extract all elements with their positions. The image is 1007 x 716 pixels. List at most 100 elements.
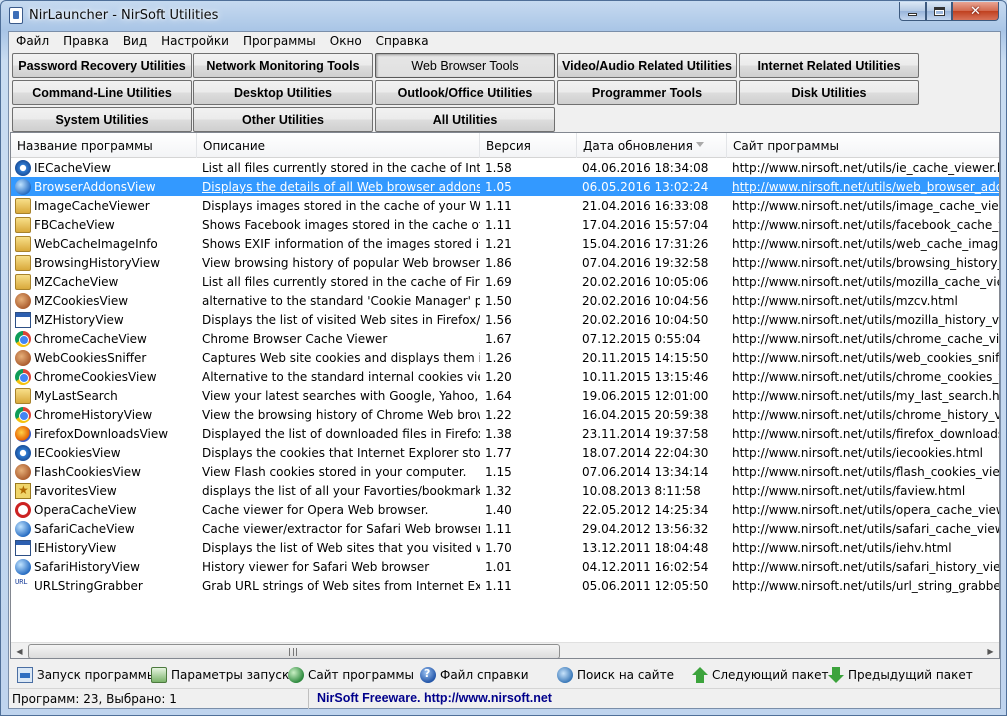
cell-version[interactable]: 1.64 <box>480 389 577 403</box>
menu-edit[interactable]: Правка <box>56 32 116 51</box>
cell-website[interactable]: http://www.nirsoft.net/utils/my_last_sea… <box>727 389 999 403</box>
cell-website[interactable]: http://www.nirsoft.net/utils/iehv.html <box>727 541 999 555</box>
cell-website[interactable]: http://www.nirsoft.net/utils/web_cookies… <box>727 351 999 365</box>
cell-version[interactable]: 1.86 <box>480 256 577 270</box>
table-row[interactable]: FirefoxDownloadsView Displayed the list o… <box>11 424 999 443</box>
table-row[interactable]: FavoritesView displays the list of all yo… <box>11 481 999 500</box>
cell-version[interactable]: 1.21 <box>480 237 577 251</box>
cell-update-date[interactable]: 07.04.2016 19:32:58 <box>577 256 727 270</box>
cell-description[interactable]: View Flash cookies stored in your comput… <box>197 465 480 479</box>
cell-program-name[interactable]: URL URLStringGrabber <box>11 578 197 594</box>
cell-program-name[interactable]: MZCookiesView <box>11 292 197 309</box>
cell-update-date[interactable]: 10.11.2015 13:15:46 <box>577 370 727 384</box>
table-row[interactable]: FlashCookiesView View Flash cookies store… <box>11 462 999 481</box>
cell-description[interactable]: Captures Web site cookies and displays t… <box>197 351 480 365</box>
column-header-website[interactable]: Сайт программы <box>727 133 999 158</box>
cell-description[interactable]: View your latest searches with Google, Y… <box>197 389 480 403</box>
category-disk-button[interactable]: Disk Utilities <box>739 80 919 105</box>
previous-package-button[interactable]: Предыдущий пакет <box>822 664 979 686</box>
category-outlook-office-button[interactable]: Outlook/Office Utilities <box>375 80 555 105</box>
cell-website[interactable]: http://www.nirsoft.net/utils/firefox_dow… <box>727 427 999 441</box>
next-package-button[interactable]: Следующий пакет <box>686 664 834 686</box>
cell-update-date[interactable]: 21.04.2016 16:33:08 <box>577 199 727 213</box>
cell-update-date[interactable]: 04.06.2016 18:34:08 <box>577 161 727 175</box>
column-header-name[interactable]: Название программы <box>11 133 197 158</box>
cell-update-date[interactable]: 07.12.2015 0:55:04 <box>577 332 727 346</box>
cell-program-name[interactable]: SafariCacheView <box>11 520 197 537</box>
category-network-monitoring-button[interactable]: Network Monitoring Tools <box>193 53 373 78</box>
category-internet-related-button[interactable]: Internet Related Utilities <box>739 53 919 78</box>
cell-program-name[interactable]: FBCacheView <box>11 216 197 233</box>
cell-program-name[interactable]: WebCookiesSniffer <box>11 349 197 366</box>
cell-update-date[interactable]: 22.05.2012 14:25:34 <box>577 503 727 517</box>
category-password-recovery-button[interactable]: Password Recovery Utilities <box>12 53 192 78</box>
launch-params-button[interactable]: Параметры запуска <box>145 664 303 686</box>
program-website-button[interactable]: Сайт программы <box>282 664 420 686</box>
category-programmer-tools-button[interactable]: Programmer Tools <box>557 80 737 105</box>
category-other-button[interactable]: Other Utilities <box>193 107 373 132</box>
cell-website[interactable]: http://www.nirsoft.net/utils/chrome_hist… <box>727 408 999 422</box>
menu-view[interactable]: Вид <box>116 32 154 51</box>
table-row[interactable]: IECacheView List all files currently stor… <box>11 158 999 177</box>
cell-program-name[interactable]: MZHistoryView <box>11 311 197 328</box>
cell-description[interactable]: View browsing history of popular Web bro… <box>197 256 480 270</box>
table-row[interactable]: ChromeCookiesView Alternative to the stan… <box>11 367 999 386</box>
table-row[interactable]: URL URLStringGrabber Grab URL strings of W… <box>11 576 999 595</box>
column-header-version[interactable]: Версия <box>480 133 577 158</box>
cell-description[interactable]: alternative to the standard 'Cookie Mana… <box>197 294 480 308</box>
cell-program-name[interactable]: IECacheView <box>11 159 197 176</box>
table-row[interactable]: MZCookiesView alternative to the standard… <box>11 291 999 310</box>
table-row[interactable]: ChromeCacheView Chrome Browser Cache View… <box>11 329 999 348</box>
cell-website[interactable]: http://www.nirsoft.net/utils/chrome_cach… <box>727 332 999 346</box>
scroll-left-arrow-icon[interactable]: ◀ <box>11 643 28 658</box>
table-row[interactable]: WebCookiesSniffer Captures Web site cooki… <box>11 348 999 367</box>
cell-description[interactable]: Displays images stored in the cache of y… <box>197 199 480 213</box>
cell-website[interactable]: http://www.nirsoft.net/utils/facebook_ca… <box>727 218 999 232</box>
cell-description[interactable]: List all files currently stored in the c… <box>197 161 480 175</box>
cell-website[interactable]: http://www.nirsoft.net/utils/mozilla_cac… <box>727 275 999 289</box>
cell-description[interactable]: Displayed the list of downloaded files i… <box>197 427 480 441</box>
cell-description[interactable]: List all files currently stored in the c… <box>197 275 480 289</box>
cell-update-date[interactable]: 20.02.2016 10:05:06 <box>577 275 727 289</box>
table-row[interactable]: SafariHistoryView History viewer for Safa… <box>11 557 999 576</box>
cell-update-date[interactable]: 20.11.2015 14:15:50 <box>577 351 727 365</box>
table-row[interactable]: MyLastSearch View your latest searches wi… <box>11 386 999 405</box>
category-command-line-button[interactable]: Command-Line Utilities <box>12 80 192 105</box>
cell-description[interactable]: Displays the cookies that Internet Explo… <box>197 446 480 460</box>
cell-website[interactable]: http://www.nirsoft.net/utils/faview.html <box>727 484 999 498</box>
cell-version[interactable]: 1.20 <box>480 370 577 384</box>
horizontal-scrollbar[interactable]: ◀ ▶ <box>11 642 999 658</box>
cell-update-date[interactable]: 19.06.2015 12:01:00 <box>577 389 727 403</box>
table-row[interactable]: BrowserAddonsView Displays the details of… <box>11 177 999 196</box>
cell-website[interactable]: http://www.nirsoft.net/utils/flash_cooki… <box>727 465 999 479</box>
cell-program-name[interactable]: FlashCookiesView <box>11 463 197 480</box>
cell-version[interactable]: 1.58 <box>480 161 577 175</box>
cell-version[interactable]: 1.40 <box>480 503 577 517</box>
cell-description[interactable]: Grab URL strings of Web sites from Inter… <box>197 579 480 593</box>
cell-website[interactable]: http://www.nirsoft.net/utils/chrome_cook… <box>727 370 999 384</box>
title-bar[interactable]: NirLauncher - NirSoft Utilities ✕ <box>1 1 1006 31</box>
cell-version[interactable]: 1.70 <box>480 541 577 555</box>
cell-update-date[interactable]: 06.05.2016 13:02:24 <box>577 180 727 194</box>
cell-update-date[interactable]: 15.04.2016 17:31:26 <box>577 237 727 251</box>
cell-update-date[interactable]: 05.06.2011 12:05:50 <box>577 579 727 593</box>
scroll-thumb[interactable] <box>28 644 560 658</box>
cell-version[interactable]: 1.50 <box>480 294 577 308</box>
cell-program-name[interactable]: ImageCacheViewer <box>11 197 197 214</box>
table-row[interactable]: ImageCacheViewer Displays images stored i… <box>11 196 999 215</box>
cell-update-date[interactable]: 17.04.2016 15:57:04 <box>577 218 727 232</box>
cell-program-name[interactable]: WebCacheImageInfo <box>11 235 197 252</box>
cell-description[interactable]: History viewer for Safari Web browser <box>197 560 480 574</box>
cell-program-name[interactable]: MZCacheView <box>11 273 197 290</box>
cell-update-date[interactable]: 18.07.2014 22:04:30 <box>577 446 727 460</box>
table-row[interactable]: OperaCacheView Cache viewer for Opera Web… <box>11 500 999 519</box>
category-system-button[interactable]: System Utilities <box>12 107 192 132</box>
cell-description[interactable]: Shows Facebook images stored in the cach… <box>197 218 480 232</box>
cell-version[interactable]: 1.56 <box>480 313 577 327</box>
cell-website[interactable]: http://www.nirsoft.net/utils/mzcv.html <box>727 294 999 308</box>
maximize-button[interactable] <box>926 2 952 21</box>
cell-description[interactable]: View the browsing history of Chrome Web … <box>197 408 480 422</box>
cell-website[interactable]: http://www.nirsoft.net/utils/safari_cach… <box>727 522 999 536</box>
table-row[interactable]: IEHistoryView Displays the list of Web si… <box>11 538 999 557</box>
cell-version[interactable]: 1.26 <box>480 351 577 365</box>
